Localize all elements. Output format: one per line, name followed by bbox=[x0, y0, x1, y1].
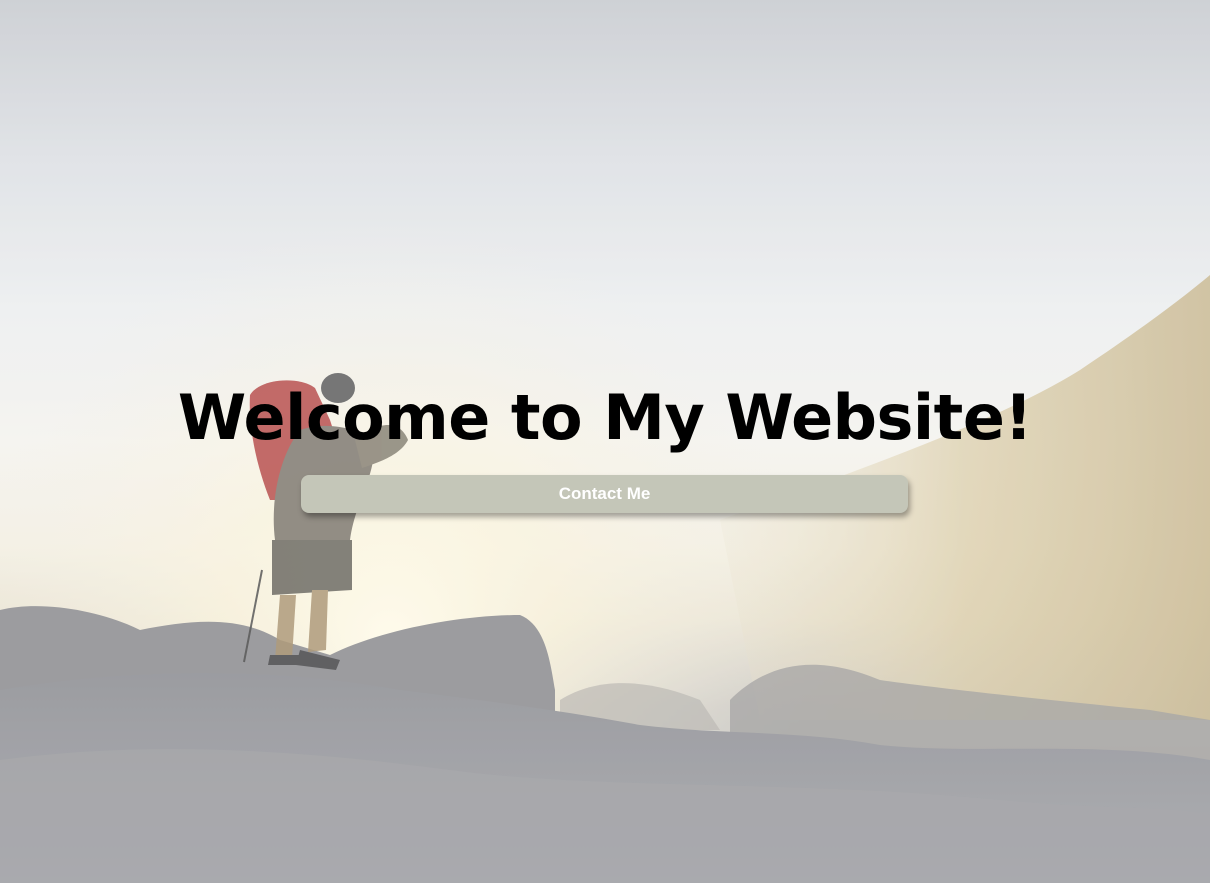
hero-section: Welcome to My Website! Contact Me bbox=[0, 0, 1210, 883]
page-title: Welcome to My Website! bbox=[177, 381, 1033, 454]
contact-me-button[interactable]: Contact Me bbox=[301, 475, 908, 513]
